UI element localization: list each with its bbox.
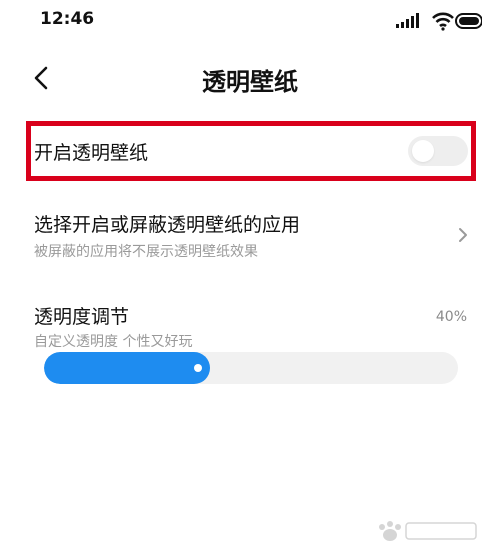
battery-icon: [455, 13, 482, 29]
status-time: 12:46: [40, 9, 95, 29]
app-selection-row[interactable]: 选择开启或屏蔽透明壁纸的应用 被屏蔽的应用将不展示透明壁纸效果: [0, 196, 500, 276]
opacity-section: 透明度调节 40% 自定义透明度 个性又好玩: [0, 292, 500, 402]
app-selection-subtitle: 被屏蔽的应用将不展示透明壁纸效果: [34, 244, 258, 260]
app-selection-title: 选择开启或屏蔽透明壁纸的应用: [34, 214, 301, 236]
highlight-frame: [26, 121, 476, 181]
header: 透明壁纸: [0, 50, 500, 104]
status-icons: [396, 12, 482, 31]
signal-icon: [396, 13, 419, 28]
baidu-watermark-icon: [379, 521, 477, 541]
opacity-slider[interactable]: [44, 352, 458, 384]
opacity-value: 40%: [435, 309, 467, 325]
chevron-right-icon: [459, 228, 467, 242]
wifi-icon: [432, 12, 454, 31]
status-bar: 12:46: [0, 0, 500, 42]
opacity-slider-thumb[interactable]: [194, 364, 202, 372]
opacity-slider-fill: [44, 352, 210, 384]
opacity-title: 透明度调节: [34, 306, 130, 328]
page-title: 透明壁纸: [202, 68, 298, 96]
opacity-subtitle: 自定义透明度 个性又好玩: [34, 334, 193, 350]
